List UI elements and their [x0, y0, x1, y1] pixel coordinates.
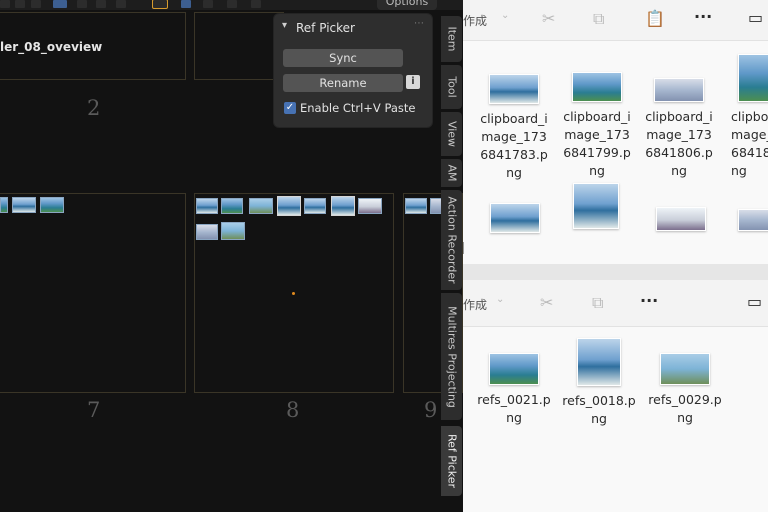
file-thumbnail: [572, 72, 622, 102]
file-item[interactable]: clipbomage_68418ng: [719, 54, 768, 180]
ref-image-thumb-selected[interactable]: [277, 196, 301, 216]
file-item[interactable]: refs_0018.p ng: [556, 338, 642, 428]
tab-tool[interactable]: Tool: [441, 65, 462, 109]
explorer-window-top: 作成 ⌄ ✂ ⧉ 📋 ··· ▭ clipboard_i mage_173 6841…: [463, 0, 768, 264]
file-thumbnail: [489, 353, 539, 385]
toolbar-icon[interactable]: [77, 0, 87, 8]
ref-picker-panel: ▾ Ref Picker ⋯ Sync Rename i ✓ Enable Ct…: [274, 14, 432, 127]
drag-handle-icon[interactable]: ⋯: [414, 18, 425, 29]
file-item[interactable]: refs_0021.p ng: [471, 353, 557, 427]
options-button[interactable]: Options: [377, 0, 437, 10]
tab-view[interactable]: View: [441, 112, 462, 156]
object-origin: [292, 292, 295, 295]
file-name: refs_0021.p ng: [477, 392, 551, 425]
more-icon[interactable]: ···: [640, 291, 658, 310]
ref-image-thumb[interactable]: [405, 198, 427, 214]
paste-checkbox-label[interactable]: Enable Ctrl+V Paste: [300, 101, 416, 115]
toolbar-icon[interactable]: [203, 0, 213, 8]
file-name: clipboard_i mage_173 6841799.p ng: [563, 109, 631, 178]
ref-image-thumb[interactable]: [249, 198, 273, 214]
file-name: clipbomage_68418ng: [731, 109, 768, 178]
chevron-down-icon[interactable]: ▾: [282, 20, 287, 31]
toolbar-icon[interactable]: [96, 0, 106, 8]
file-name: clipboard_i mage_173 6841783.p ng: [480, 111, 548, 180]
frame-number: 7: [87, 398, 101, 422]
toolbar-icon[interactable]: [15, 0, 25, 8]
tab-ref-picker[interactable]: Ref Picker: [441, 426, 462, 496]
info-icon[interactable]: i: [406, 75, 420, 89]
file-thumbnail[interactable]: [573, 183, 619, 229]
ref-image-thumb[interactable]: [40, 197, 64, 213]
chevron-down-icon[interactable]: ⌄: [501, 10, 509, 21]
details-pane-icon[interactable]: ▭: [747, 292, 762, 311]
ref-image-thumb[interactable]: [304, 198, 326, 214]
ref-image-thumb[interactable]: [221, 198, 243, 214]
ref-image-thumb[interactable]: [0, 197, 8, 213]
sidebar-tabs: Item Tool View AM Action Recorder Multir…: [438, 12, 463, 512]
paste-checkbox[interactable]: ✓: [284, 102, 296, 114]
blender-viewport[interactable]: Options ler_08_oveview 2 7 8 9 ▾ Ref Pic…: [0, 0, 463, 512]
tab-action-recorder[interactable]: Action Recorder: [441, 190, 462, 290]
file-thumbnail: [577, 338, 621, 386]
file-name: refs_0018.p ng: [562, 393, 636, 426]
scene-title: ler_08_oveview: [0, 40, 103, 54]
ref-image-thumb[interactable]: [196, 224, 218, 240]
file-thumbnail: [654, 78, 704, 102]
toolbar-icon[interactable]: [227, 0, 237, 8]
window-gap: [463, 264, 768, 280]
toolbar-icon[interactable]: [251, 0, 261, 8]
text-caret: [463, 242, 464, 254]
file-thumbnail[interactable]: [656, 207, 706, 231]
frame-number: 2: [87, 96, 101, 120]
ref-image-thumb[interactable]: [196, 198, 218, 214]
paste-icon[interactable]: 📋: [645, 9, 665, 28]
frame-box[interactable]: [194, 12, 284, 80]
file-thumbnail: [489, 74, 539, 104]
more-icon[interactable]: ···: [694, 7, 712, 26]
file-item[interactable]: clipboard_i mage_173 6841806.p ng: [636, 78, 722, 180]
explorer-window-bottom: 作成 ⌄ ✂ ⧉ ··· ▭ refs_0021.p ng refs_0018.p…: [463, 280, 768, 512]
tab-multires-projecting[interactable]: Multires Projecting: [441, 293, 462, 420]
file-name: clipboard_i mage_173 6841806.p ng: [645, 109, 713, 178]
file-thumbnail[interactable]: [490, 203, 540, 233]
tab-am[interactable]: AM: [441, 159, 462, 187]
ref-image-thumb[interactable]: [358, 198, 382, 214]
ref-image-thumb-selected[interactable]: [331, 196, 355, 216]
file-item[interactable]: clipboard_i mage_173 6841799.p ng: [554, 72, 640, 180]
file-thumbnail: [738, 54, 768, 102]
ref-image-thumb[interactable]: [221, 222, 245, 240]
play-icon[interactable]: [152, 0, 168, 9]
details-pane-icon[interactable]: ▭: [748, 8, 763, 27]
frame-number: 8: [286, 398, 300, 422]
file-item[interactable]: clipboard_i mage_173 6841783.p ng: [471, 74, 557, 182]
file-thumbnail[interactable]: [738, 209, 768, 231]
tab-item[interactable]: Item: [441, 16, 462, 62]
file-thumbnail: [660, 353, 710, 385]
frame-box[interactable]: [0, 193, 186, 393]
sync-button[interactable]: Sync: [283, 49, 403, 67]
frame-number: 9: [424, 398, 438, 422]
toolbar-icon[interactable]: [31, 0, 41, 8]
command-bar: [463, 280, 768, 327]
new-button[interactable]: 作成: [463, 12, 487, 29]
ref-image-thumb[interactable]: [12, 197, 36, 213]
cut-icon[interactable]: ✂: [540, 293, 553, 312]
file-item[interactable]: refs_0029.p ng: [642, 353, 728, 427]
snap-icon[interactable]: [181, 0, 191, 8]
toolbar-icon[interactable]: [116, 0, 126, 8]
rename-button[interactable]: Rename: [283, 74, 403, 92]
new-button[interactable]: 作成: [463, 296, 487, 313]
panel-title[interactable]: Ref Picker: [296, 21, 355, 35]
chevron-down-icon[interactable]: ⌄: [496, 294, 504, 305]
cut-icon[interactable]: ✂: [542, 9, 555, 28]
file-name: refs_0029.p ng: [648, 392, 722, 425]
toolbar-icon[interactable]: [0, 0, 10, 8]
copy-icon[interactable]: ⧉: [592, 293, 603, 313]
copy-icon[interactable]: ⧉: [593, 9, 604, 29]
toolbar-icon-active[interactable]: [53, 0, 67, 8]
